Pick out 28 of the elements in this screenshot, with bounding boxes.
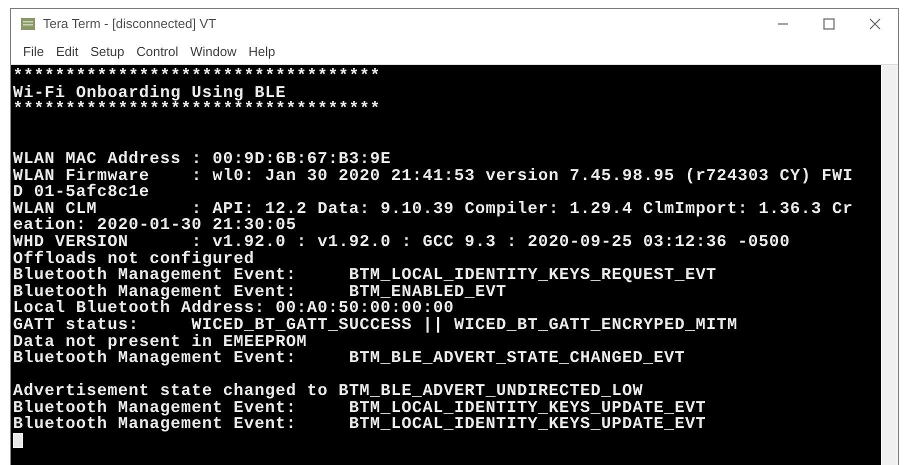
terminal-line: Wi-Fi Onboarding Using BLE (13, 84, 286, 102)
terminal-line: *********************************** (13, 68, 382, 85)
terminal-line: WLAN MAC Address : 00:9D:6B:67:B3:9E (13, 150, 392, 168)
app-icon (21, 18, 35, 30)
menu-item[interactable]: Window (184, 40, 243, 64)
menu-item[interactable]: Control (130, 40, 184, 64)
terminal-line: Bluetooth Management Event: BTM_LOCAL_IDENTITY_KEYS_UPDATE_EVT (13, 416, 708, 434)
terminal-line: eation: 2020-01-30 21:30:05 (13, 217, 298, 234)
terminal-line: WHD VERSION : v1.92.0 : v1.92.0 : GCC 9.3 : 2020-09-25 03:12:36 -0500 (13, 234, 792, 251)
terminal-line: Local Bluetooth Address: 00:A0:50:00:00:00 (13, 300, 456, 317)
terminal-line: Data not present in EMEEPROM (13, 334, 308, 350)
terminal-line: D 01-5afc8c1e (13, 184, 151, 201)
terminal-line: GATT status: WICED_BT_GATT_SUCCESS || WICED_BT_GATT_ENCRYPED_MITM (13, 316, 739, 334)
menu-item[interactable]: Setup (84, 40, 130, 64)
menu-item[interactable]: File (17, 40, 50, 64)
terminal-line: WLAN Firmware : wl0: Jan 30 2020 21:41:53 version 7.45.98.95 (r724303 CY) FWI (13, 168, 854, 184)
terminal-line: Bluetooth Management Event: BTM_BLE_ADVERT_STATE_CHANGED_EVT (13, 350, 686, 367)
terminal-line: Offloads not configured (13, 250, 256, 268)
terminal-line: WLAN CLM : API: 12.2 Data: 9.10.39 Compiler: 1.29.4 ClmImport: 1.36.3 Cr (13, 200, 854, 218)
window-title: Tera Term - [disconnected] VT (43, 15, 216, 34)
terminal-line: Advertisement state changed to BTM_BLE_ADVERT_UNDIRECTED_LOW (13, 383, 644, 400)
terminal-line: *********************************** (13, 101, 382, 118)
terminal-line: Bluetooth Management Event: BTM_ENABLED_EVT (13, 284, 507, 300)
menu-item[interactable]: Help (242, 40, 282, 64)
terminal-line: Bluetooth Management Event: BTM_LOCAL_IDENTITY_KEYS_REQUEST_EVT (13, 267, 718, 284)
menu-item[interactable]: Edit (50, 40, 84, 64)
terminal-line: Bluetooth Management Event: BTM_LOCAL_IDENTITY_KEYS_UPDATE_EVT (13, 400, 708, 416)
scrollbar[interactable] (881, 65, 898, 465)
